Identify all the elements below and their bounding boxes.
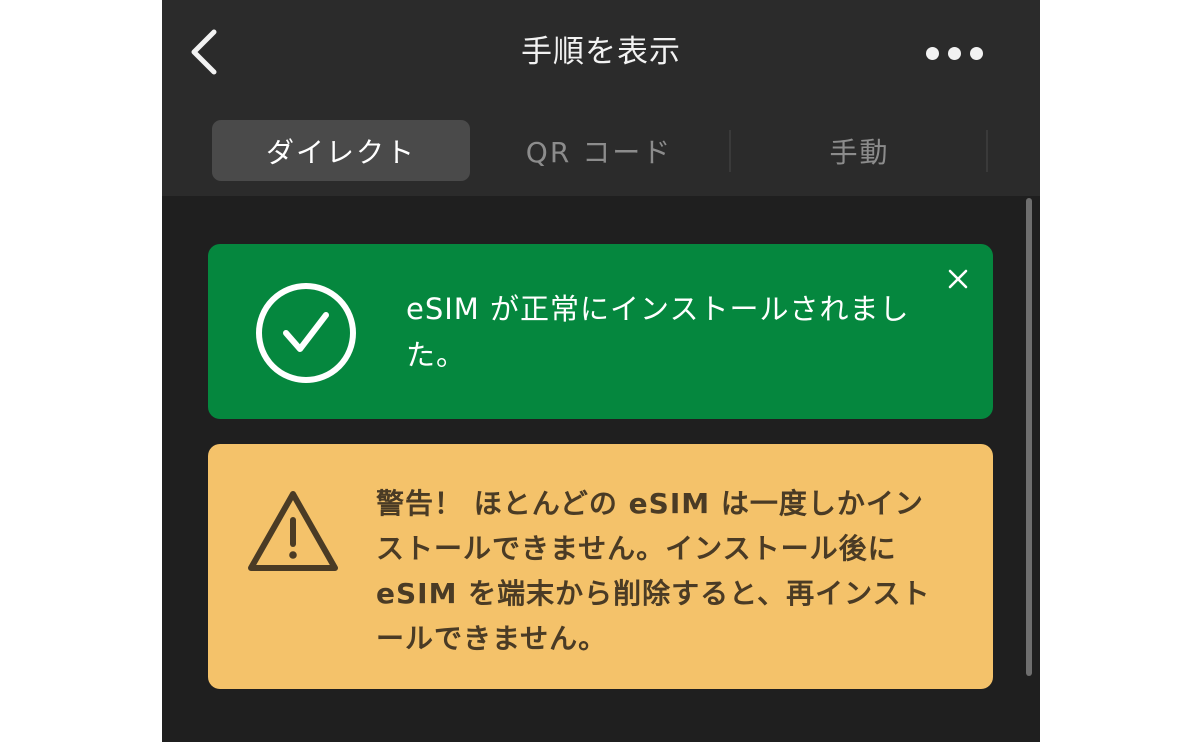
app-screen: 手順を表示 ダイレクト QR コード 手動 eSIM が正常にインストールされま… <box>162 0 1040 742</box>
check-circle-icon <box>256 283 356 383</box>
back-button[interactable] <box>174 22 234 82</box>
close-banner-button[interactable] <box>943 264 973 294</box>
more-horizontal-icon <box>925 46 939 60</box>
success-banner: eSIM が正常にインストールされました。 <box>208 244 993 419</box>
tab-direct[interactable]: ダイレクト <box>212 120 470 181</box>
tab-manual[interactable]: 手動 <box>731 120 988 181</box>
warning-banner: 警告！ ほとんどの eSIM は一度しかインストールできません。インストール後に… <box>208 444 993 689</box>
more-horizontal-icon-dot <box>969 46 983 60</box>
close-icon <box>948 269 968 289</box>
scrollbar[interactable] <box>1026 198 1032 676</box>
install-method-tabs: ダイレクト QR コード 手動 <box>212 120 988 181</box>
chevron-left-icon <box>191 29 217 75</box>
more-options-button[interactable] <box>914 30 994 76</box>
navigation-header: 手順を表示 ダイレクト QR コード 手動 <box>162 0 1040 196</box>
warning-triangle-icon <box>248 491 338 571</box>
success-message: eSIM が正常にインストールされました。 <box>406 292 910 372</box>
tab-divider <box>986 130 988 172</box>
page-title: 手順を表示 <box>521 34 681 70</box>
more-horizontal-icon-dot <box>947 46 961 60</box>
tab-qr-code[interactable]: QR コード <box>470 120 728 181</box>
warning-message: 警告！ ほとんどの eSIM は一度しかインストールできません。インストール後に… <box>376 487 931 655</box>
